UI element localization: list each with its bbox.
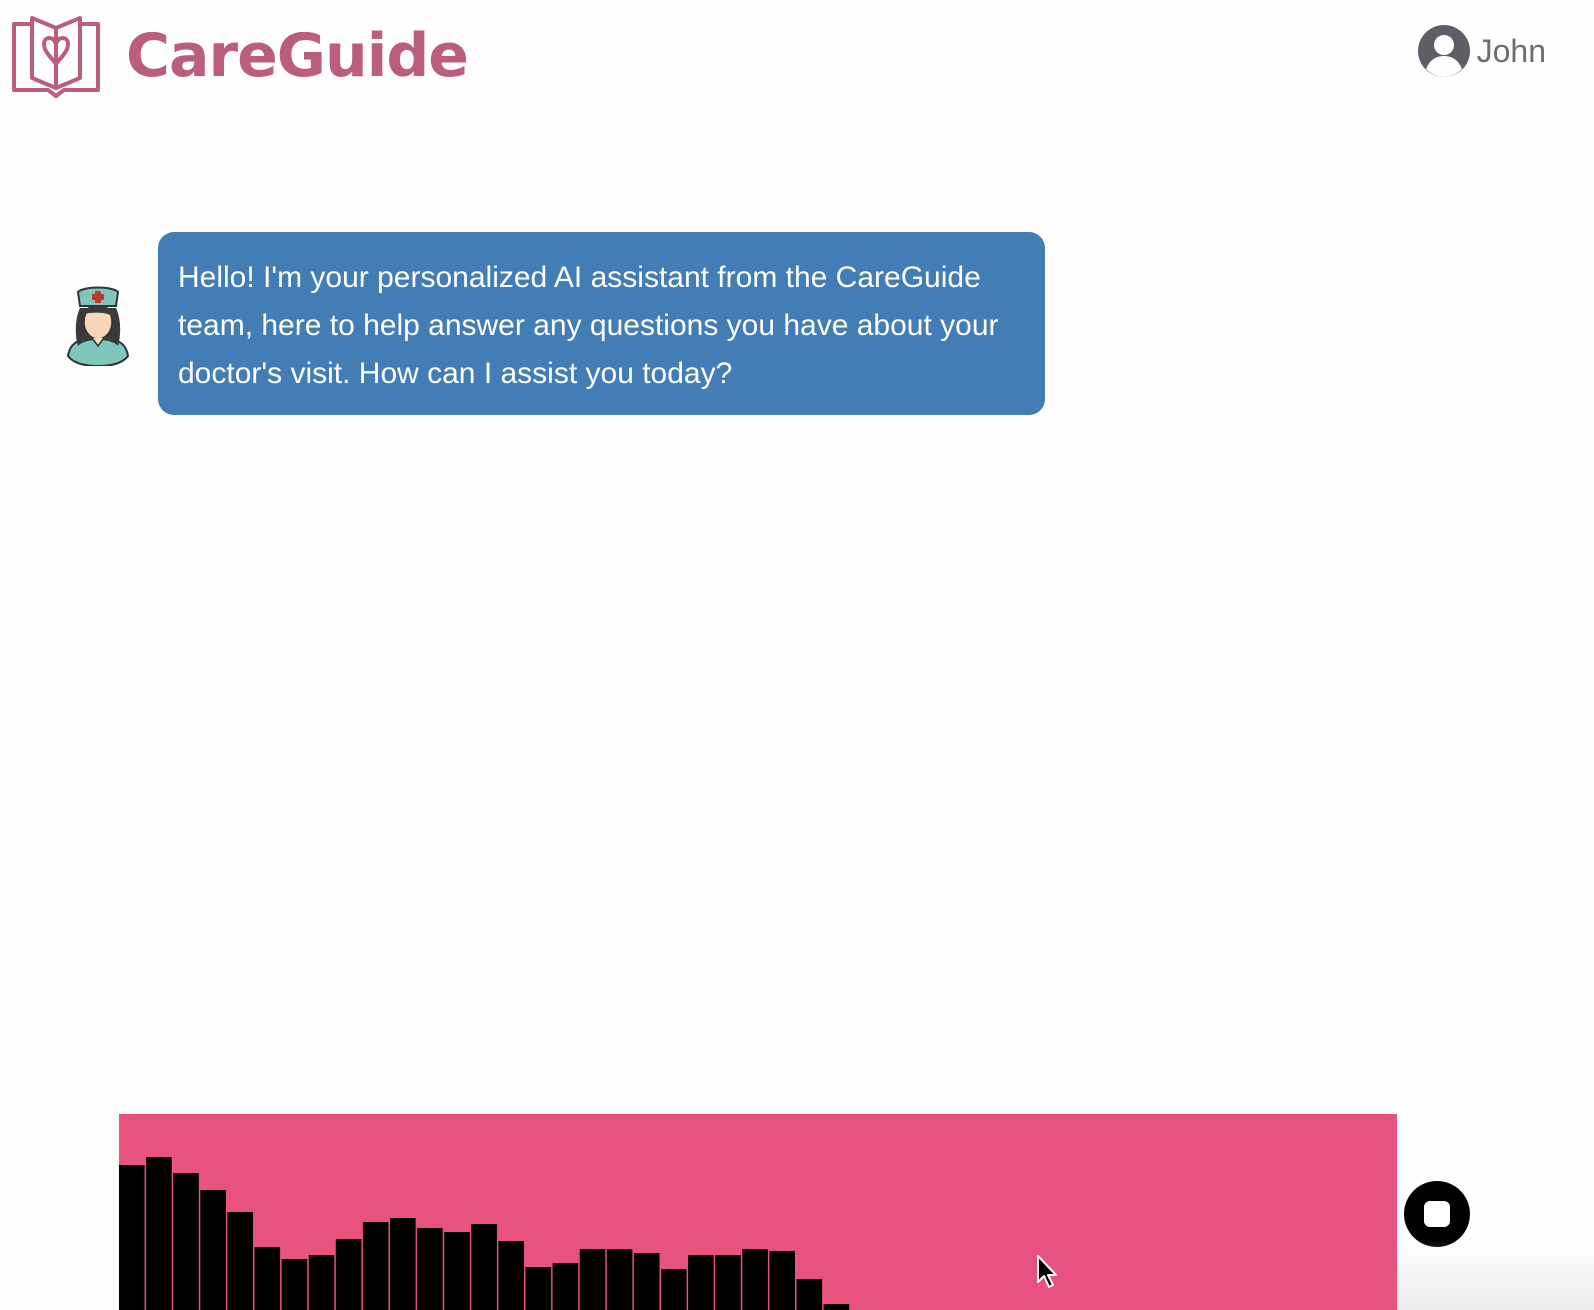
assistant-message: Hello! I'm your personalized AI assistan… (64, 232, 1045, 415)
user-menu[interactable]: John (1417, 24, 1546, 78)
waveform-bar (661, 1269, 687, 1310)
assistant-message-bubble: Hello! I'm your personalized AI assistan… (158, 232, 1045, 415)
waveform-bar (335, 1239, 362, 1310)
waveform-bar (417, 1228, 443, 1310)
waveform-bar (688, 1255, 714, 1310)
careguide-chat-page: CareGuide John Hello! I'm your personali… (0, 0, 1594, 1310)
waveform-bar (362, 1222, 389, 1310)
waveform-bar (525, 1267, 552, 1310)
page-bottom-shade (1397, 1240, 1594, 1310)
stop-icon (1424, 1201, 1450, 1227)
user-name: John (1476, 32, 1546, 69)
audio-waveform (119, 1157, 850, 1310)
nurse-avatar-icon (66, 286, 130, 366)
stop-recording-button[interactable] (1404, 1181, 1470, 1247)
waveform-bar (308, 1255, 335, 1310)
waveform-bar (119, 1165, 145, 1310)
waveform-bar (254, 1247, 281, 1310)
waveform-bar (742, 1249, 768, 1310)
mouse-cursor-icon (1037, 1255, 1057, 1288)
waveform-bar (715, 1255, 741, 1310)
waveform-bar (390, 1218, 416, 1310)
waveform-bar (146, 1157, 172, 1310)
waveform-bar (444, 1232, 470, 1310)
waveform-bar (769, 1251, 795, 1310)
waveform-bar (173, 1173, 199, 1310)
app-header: CareGuide John (0, 0, 1594, 110)
user-circle-icon (1417, 25, 1470, 77)
waveform-bar (227, 1212, 253, 1310)
waveform-bar (498, 1241, 524, 1310)
waveform-bar (796, 1279, 823, 1310)
waveform-bar (200, 1190, 226, 1310)
brand[interactable]: CareGuide (8, 14, 469, 98)
waveform-bar (633, 1253, 660, 1310)
voice-recorder-visualizer (119, 1114, 1397, 1310)
waveform-bar (471, 1224, 497, 1310)
brand-name: CareGuide (126, 21, 469, 91)
waveform-bar (579, 1249, 606, 1310)
heart-book-icon (12, 16, 100, 98)
waveform-bar (552, 1263, 579, 1310)
waveform-bar (281, 1259, 308, 1310)
waveform-bar (606, 1249, 633, 1310)
waveform-bar (823, 1304, 850, 1310)
